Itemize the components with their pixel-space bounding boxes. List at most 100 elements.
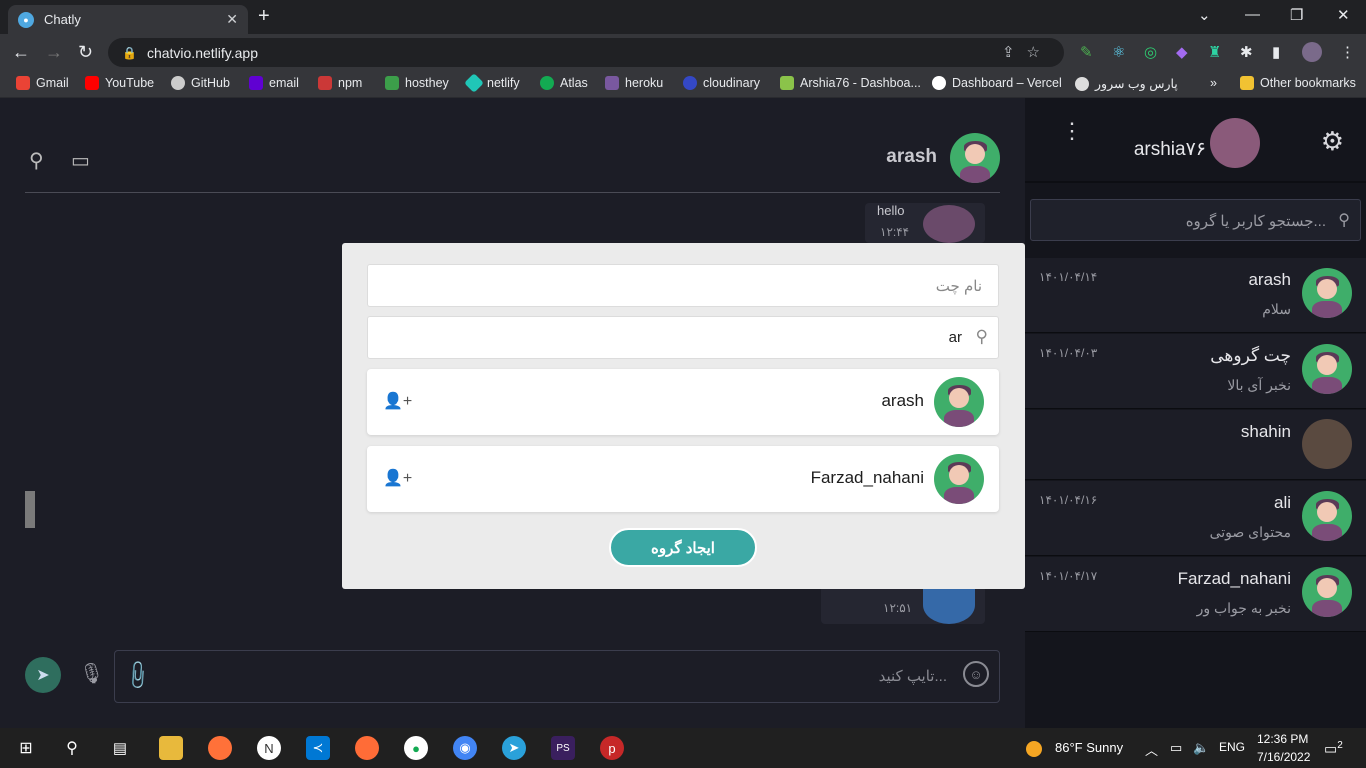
current-user-avatar[interactable] (1210, 118, 1260, 168)
restore-icon[interactable]: ❐ (1290, 6, 1303, 24)
tab-search-icon[interactable]: ⌄ (1198, 6, 1211, 24)
create-group-button[interactable]: ایجاد گروه (609, 528, 757, 567)
sidebar: ⋮ arshia۷۶ ⚙ جستجو کاربر یا گروه... ⚲ ar… (1025, 98, 1366, 728)
add-user-icon[interactable]: 👤+ (383, 391, 412, 411)
bookmark-github[interactable]: GitHub (171, 76, 230, 90)
clock-date[interactable]: 7/16/2022 (1257, 750, 1310, 764)
conversation-item[interactable]: ali محتوای صوتی ۱۴۰۱/۰۴/۱۶ (1025, 481, 1366, 556)
search-icon: ⚲ (1338, 212, 1350, 229)
menu-icon[interactable]: ⋮ (1340, 43, 1355, 61)
chatly-icon: ● (18, 11, 34, 28)
conversation-item[interactable]: shahin (1025, 410, 1366, 480)
microphone-icon[interactable]: 🎙 (79, 661, 104, 686)
reload-icon[interactable]: ↻ (78, 42, 93, 63)
firefox-icon[interactable] (208, 736, 232, 760)
weather-text[interactable]: 86°F Sunny (1055, 740, 1123, 755)
browser-tab[interactable]: ● Chatly ✕ (8, 5, 248, 34)
phpstorm-icon[interactable]: PS (551, 736, 575, 760)
message-placeholder: تایپ کنید... (878, 668, 947, 685)
conversation-date: ۱۴۰۱/۰۴/۰۳ (1039, 346, 1098, 360)
volume-icon[interactable]: 🔈 (1193, 740, 1209, 756)
language-indicator[interactable]: ENG (1219, 740, 1245, 754)
bookmark-vercel[interactable]: Dashboard – Vercel (932, 76, 1062, 90)
address-bar[interactable]: 🔒 chatvio.netlify.app ⇪☆ (108, 38, 1064, 67)
message-time: ۱۲:۴۴ (880, 225, 910, 239)
bookmark-atlas[interactable]: Atlas (540, 76, 588, 90)
bookmark-heroku[interactable]: heroku (605, 76, 663, 90)
conversation-item[interactable]: arash سلام ۱۴۰۱/۰۴/۱۴ (1025, 258, 1366, 333)
conversation-name: arash (1248, 270, 1291, 289)
forward-icon[interactable]: → (45, 42, 63, 63)
extension-icon[interactable]: ◆ (1176, 43, 1188, 61)
close-window-icon[interactable]: ✕ (1337, 6, 1350, 24)
search-icon[interactable]: ⚲ (29, 148, 44, 173)
share-star-icons[interactable]: ⇪☆ (1002, 43, 1052, 61)
extensions-puzzle-icon[interactable]: ✱ (1240, 43, 1253, 61)
bookmark-email[interactable]: email (249, 76, 299, 90)
clock-time[interactable]: 12:36 PM (1257, 732, 1308, 746)
file-explorer-icon[interactable] (159, 736, 183, 760)
task-view-icon[interactable]: ▤ (108, 736, 132, 760)
new-tab-icon[interactable]: + (258, 5, 270, 28)
bookmarks-overflow-icon[interactable]: » (1210, 76, 1217, 90)
chat-name-field[interactable]: نام چت (367, 264, 999, 307)
chrome-icon[interactable]: ◉ (453, 736, 477, 760)
user-search-field[interactable]: ar ⚲ (367, 316, 999, 359)
vscode-icon[interactable]: ≺ (306, 736, 330, 760)
scrollbar-thumb[interactable] (25, 491, 35, 528)
bookmark-parsweb[interactable]: پارس وب سرور (1075, 76, 1178, 91)
side-panel-icon[interactable]: ▮ (1272, 43, 1280, 61)
bookmark-cloudinary[interactable]: cloudinary (683, 76, 760, 90)
conversation-snippet: محتوای صوتی (1209, 524, 1291, 540)
emoji-icon[interactable]: ☺ (963, 661, 989, 687)
bookmark-other[interactable]: Other bookmarks (1240, 76, 1356, 90)
user-result[interactable]: 👤+ arash (367, 369, 999, 435)
settings-gear-icon[interactable]: ⚙ (1321, 126, 1344, 157)
extension-icon[interactable]: ♜ (1208, 43, 1221, 61)
send-button[interactable]: ➤ (25, 657, 61, 693)
back-icon[interactable]: ← (12, 42, 30, 63)
message-input[interactable]: 📎 تایپ کنید... ☺ (114, 650, 1000, 703)
conversation-item[interactable]: چت گروهی نخبر آی بالا ۱۴۰۱/۰۴/۰۳ (1025, 334, 1366, 409)
search-icon[interactable]: ⚲ (60, 736, 84, 760)
contact-avatar[interactable] (950, 133, 1000, 183)
user-result[interactable]: 👤+ Farzad_nahani (367, 446, 999, 512)
video-call-icon[interactable]: ▭ (71, 148, 90, 173)
sidebar-search-input[interactable]: جستجو کاربر یا گروه... ⚲ (1030, 199, 1361, 241)
notification-icon[interactable]: ▭2 (1324, 740, 1343, 758)
react-devtools-icon[interactable]: ⚛ (1112, 43, 1125, 61)
conversation-item[interactable]: Farzad_nahani نخبر به جواب ور ۱۴۰۱/۰۴/۱۷ (1025, 557, 1366, 632)
contact-name: arash (886, 146, 937, 167)
chat-header: ⚲ ▭ arash (25, 98, 1000, 193)
telegram-icon[interactable]: ➤ (502, 736, 526, 760)
message-bubble: ۱۲:۵۱ (821, 586, 985, 624)
tray-chevron-icon[interactable]: ︿ (1145, 740, 1158, 759)
close-tab-icon[interactable]: ✕ (226, 11, 238, 28)
conversation-name: Farzad_nahani (1177, 569, 1291, 588)
bookmark-npm[interactable]: npm (318, 76, 362, 90)
bookmark-dashboard[interactable]: Arshia76 - Dashboa... (780, 76, 921, 90)
extension-icon[interactable]: ◎ (1144, 43, 1157, 61)
windows-start-icon[interactable]: ⊞ (14, 736, 38, 760)
search-icon: ⚲ (975, 327, 988, 346)
profile-avatar[interactable] (1302, 42, 1322, 62)
postman-icon[interactable] (355, 736, 379, 760)
extension-icon[interactable]: ✎ (1080, 43, 1093, 61)
conversation-date: ۱۴۰۱/۰۴/۱۶ (1039, 493, 1098, 507)
user-result-avatar (934, 377, 984, 427)
more-options-icon[interactable]: ⋮ (1061, 120, 1083, 142)
network-icon[interactable]: ▭ (1170, 740, 1182, 756)
url-text: chatvio.netlify.app (146, 44, 258, 61)
user-result-name: arash (881, 391, 924, 410)
psiphon-icon[interactable]: p (600, 736, 624, 760)
minimize-icon[interactable]: — (1245, 6, 1260, 23)
bookmark-youtube[interactable]: YouTube (85, 76, 154, 90)
mongodb-compass-icon[interactable]: ● (404, 736, 428, 760)
add-user-icon[interactable]: 👤+ (383, 468, 412, 488)
bookmark-hosthey[interactable]: hosthey (385, 76, 449, 90)
bookmark-gmail[interactable]: Gmail (16, 76, 69, 90)
conversation-snippet: نخبر آی بالا (1227, 377, 1291, 393)
bookmark-netlify[interactable]: netlify (464, 73, 520, 93)
attach-icon[interactable]: 📎 (120, 658, 155, 693)
app-icon[interactable]: N (257, 736, 281, 760)
